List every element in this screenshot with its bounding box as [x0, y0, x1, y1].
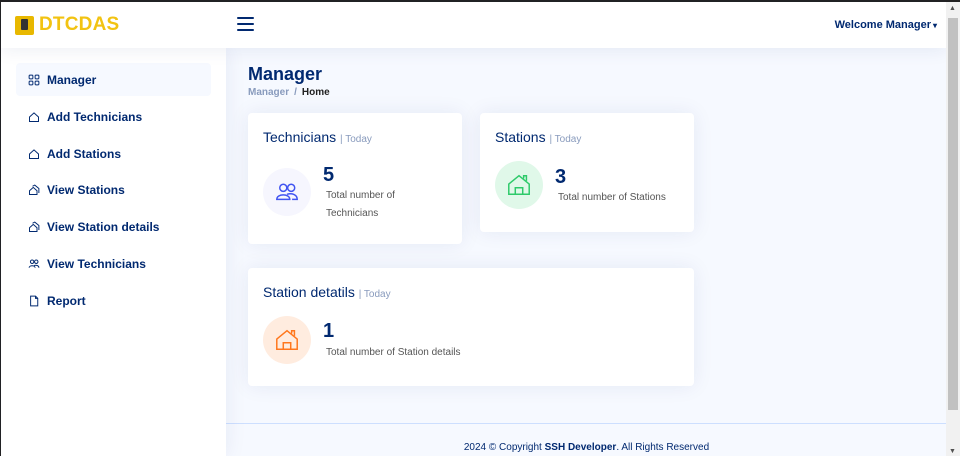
sidebar-item-view-station-details[interactable]: View Station details — [16, 210, 211, 243]
footer-prefix: 2024 © Copyright — [463, 442, 545, 453]
houses-icon — [27, 183, 41, 197]
top-header: DTCDAS Welcome Manager ▾ — [1, 2, 947, 48]
sidebar-item-add-technicians[interactable]: Add Technicians — [16, 100, 211, 133]
house-icon — [27, 110, 41, 124]
technicians-label: Total number of Technicians — [326, 190, 395, 219]
card-title: Station detatils | Today — [263, 284, 391, 300]
logo-text: DTCDAS — [39, 14, 120, 35]
sidebar-item-label: View Stations — [47, 182, 125, 197]
sidebar-item-report[interactable]: Report — [16, 284, 211, 317]
sidebar: Manager Add Technicians Add Stations Vie… — [1, 48, 226, 456]
scroll-thumb[interactable] — [948, 18, 958, 410]
breadcrumb: Manager / Home — [248, 87, 330, 98]
sidebar-item-view-technicians[interactable]: View Technicians — [16, 247, 211, 280]
technicians-card: Technicians | Today 5 Total number of Te… — [248, 113, 462, 244]
sidebar-toggle-button[interactable] — [237, 17, 254, 32]
sidebar-item-label: Add Technicians — [47, 109, 143, 124]
sidebar-item-add-stations[interactable]: Add Stations — [16, 137, 211, 170]
card-title: Technicians | Today — [263, 129, 372, 145]
scroll-up-icon[interactable]: ▲ — [949, 5, 956, 12]
grid-icon — [27, 73, 41, 87]
sidebar-item-label: Add Stations — [47, 146, 121, 161]
breadcrumb-separator: / — [294, 87, 297, 98]
card-title: Stations | Today — [495, 129, 582, 145]
footer: 2024 © Copyright SSH Developer. All Righ… — [226, 423, 947, 456]
page-title: Manager — [248, 64, 323, 84]
people-icon — [263, 168, 311, 216]
logo-icon — [15, 15, 34, 35]
breadcrumb-current: Home — [301, 87, 330, 98]
station-details-card: Station detatils | Today 1 Total number … — [248, 268, 694, 386]
house-icon — [27, 147, 41, 161]
houses-icon — [27, 220, 41, 234]
station-details-label: Total number of Station details — [326, 347, 461, 358]
station-details-count: 1 — [323, 320, 335, 342]
technicians-count: 5 — [323, 164, 335, 186]
house-icon — [263, 316, 311, 364]
logo[interactable]: DTCDAS — [15, 14, 119, 36]
stations-card: Stations | Today 3 Total number of Stati… — [480, 113, 694, 232]
vertical-scrollbar[interactable]: ▲ ▼ — [946, 2, 960, 456]
sidebar-item-label: Manager — [47, 72, 97, 87]
hamburger-icon — [237, 17, 254, 19]
breadcrumb-link-manager[interactable]: Manager — [248, 87, 289, 98]
scroll-down-icon[interactable]: ▼ — [949, 448, 956, 455]
sidebar-item-label: Report — [47, 293, 86, 308]
footer-brand[interactable]: SSH Developer — [545, 442, 617, 453]
sidebar-item-label: View Station details — [47, 219, 160, 234]
house-icon — [495, 161, 543, 209]
sidebar-item-view-stations[interactable]: View Stations — [16, 173, 211, 206]
sidebar-item-label: View Technicians — [47, 256, 146, 271]
footer-suffix: . All Rights Reserved — [616, 442, 710, 453]
file-icon — [27, 294, 41, 308]
user-dropdown[interactable]: Welcome Manager ▾ — [835, 19, 937, 31]
caret-down-icon: ▾ — [932, 21, 937, 30]
sidebar-item-manager[interactable]: Manager — [16, 63, 211, 96]
stations-label: Total number of Stations — [558, 192, 666, 203]
user-greeting: Welcome Manager — [834, 19, 931, 31]
stations-count: 3 — [555, 166, 567, 188]
people-icon — [27, 257, 41, 271]
